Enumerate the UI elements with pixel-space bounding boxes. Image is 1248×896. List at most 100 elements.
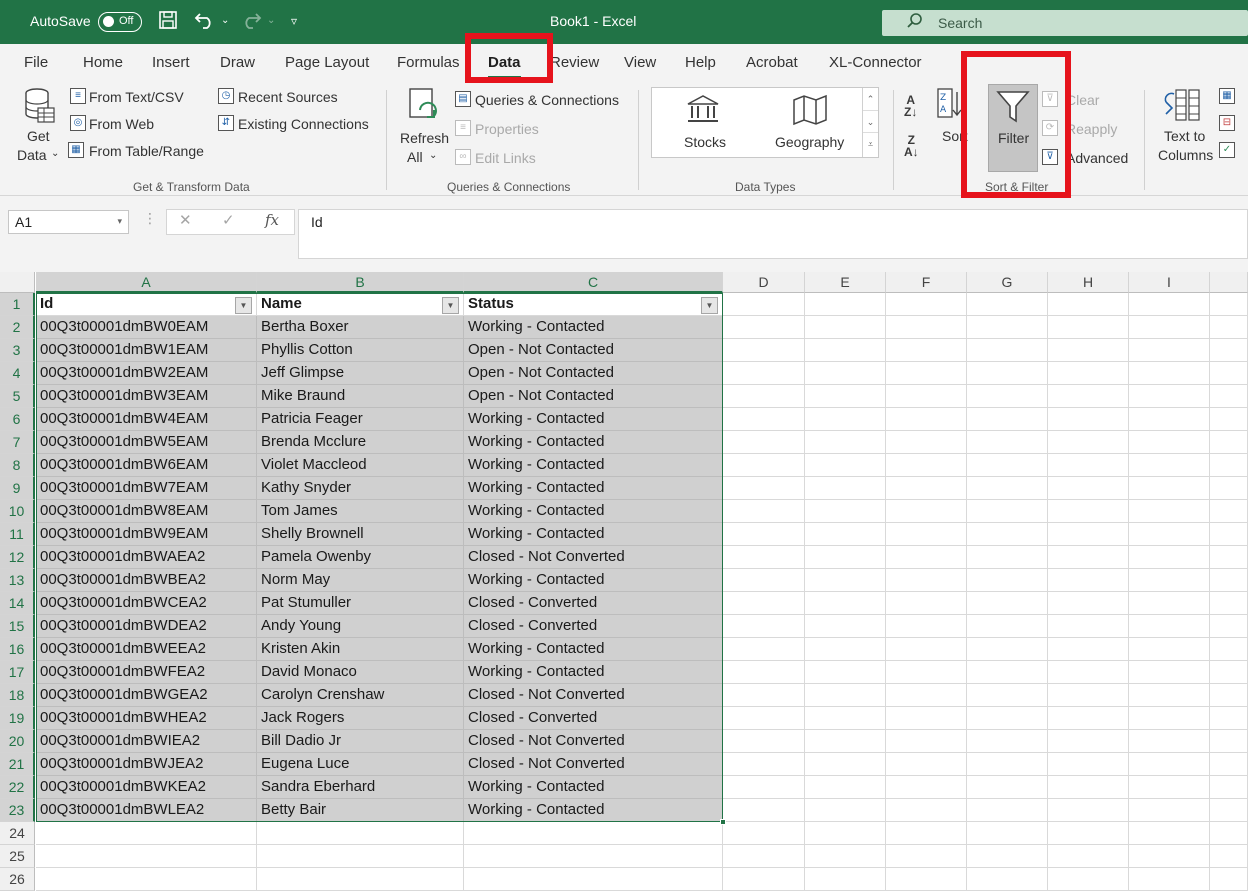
cell[interactable] [967,477,1048,500]
cell[interactable] [723,523,805,546]
cell[interactable] [805,799,886,822]
table-cell[interactable]: Sandra Eberhard [257,776,464,799]
cell[interactable] [967,316,1048,339]
cell[interactable] [805,569,886,592]
cell[interactable] [805,753,886,776]
table-cell[interactable]: 00Q3t00001dmBWIEA2 [36,730,257,753]
cell[interactable] [1048,500,1129,523]
cell[interactable] [464,845,723,868]
table-cell[interactable]: 00Q3t00001dmBWCEA2 [36,592,257,615]
cell[interactable] [805,546,886,569]
cell[interactable] [1048,684,1129,707]
table-cell[interactable]: Working - Contacted [464,431,723,454]
cell[interactable] [805,845,886,868]
row-header-10[interactable]: 10 [0,500,35,523]
cell[interactable] [1048,845,1129,868]
customize-toolbar-icon[interactable]: ▿ [291,10,297,32]
cell[interactable] [967,868,1048,891]
save-icon[interactable] [158,10,178,36]
cell[interactable] [723,661,805,684]
cell[interactable] [1048,822,1129,845]
cell[interactable] [967,845,1048,868]
remove-duplicates-icon[interactable]: ⊟ [1219,115,1235,131]
row-header-15[interactable]: 15 [0,615,35,638]
row-header-26[interactable]: 26 [0,868,35,891]
cell[interactable] [1048,523,1129,546]
cell[interactable] [1129,753,1210,776]
cell[interactable] [886,845,967,868]
cell[interactable] [1129,362,1210,385]
table-cell[interactable]: Bertha Boxer [257,316,464,339]
cell[interactable] [1129,569,1210,592]
cell[interactable] [1210,500,1248,523]
cell[interactable] [1210,707,1248,730]
cell[interactable] [967,592,1048,615]
table-cell[interactable]: Working - Contacted [464,569,723,592]
row-header-2[interactable]: 2 [0,316,35,339]
cell[interactable] [886,592,967,615]
table-cell[interactable]: 00Q3t00001dmBWLEA2 [36,799,257,822]
cell[interactable] [1210,822,1248,845]
cell[interactable] [723,684,805,707]
cell[interactable] [1129,661,1210,684]
cell[interactable] [805,730,886,753]
cell[interactable] [723,776,805,799]
cell[interactable] [805,523,886,546]
row-header-12[interactable]: 12 [0,546,35,569]
cell[interactable] [805,500,886,523]
cell[interactable] [967,339,1048,362]
tab-view[interactable]: View [624,54,656,71]
cell[interactable] [1048,615,1129,638]
cell[interactable] [1048,454,1129,477]
cell[interactable] [805,293,886,316]
select-all-corner[interactable] [0,272,35,293]
cancel-icon[interactable]: ✕ [179,211,192,235]
cell[interactable] [1210,776,1248,799]
cell[interactable] [1210,316,1248,339]
column-header[interactable] [1210,272,1248,293]
table-cell[interactable]: Bill Dadio Jr [257,730,464,753]
cell[interactable] [967,362,1048,385]
table-cell[interactable]: Carolyn Crenshaw [257,684,464,707]
cell[interactable] [723,845,805,868]
table-cell[interactable]: Eugena Luce [257,753,464,776]
table-cell[interactable]: 00Q3t00001dmBW0EAM [36,316,257,339]
table-header-cell[interactable]: Status ▼ [464,293,723,316]
cell[interactable] [805,776,886,799]
tab-review[interactable]: Review [550,54,599,71]
table-cell[interactable]: 00Q3t00001dmBWKEA2 [36,776,257,799]
table-cell[interactable]: Open - Not Contacted [464,362,723,385]
column-header-f[interactable]: F [886,272,967,293]
cell[interactable] [805,431,886,454]
cell[interactable] [967,753,1048,776]
cell[interactable] [805,661,886,684]
cell[interactable] [805,638,886,661]
cell[interactable] [1048,776,1129,799]
row-header-1[interactable]: 1 [0,293,35,316]
cell[interactable] [1210,661,1248,684]
table-cell[interactable]: Pat Stumuller [257,592,464,615]
cell[interactable] [1048,753,1129,776]
row-header-25[interactable]: 25 [0,845,35,868]
cell[interactable] [805,822,886,845]
table-cell[interactable]: David Monaco [257,661,464,684]
cell[interactable] [257,822,464,845]
table-cell[interactable]: Working - Contacted [464,408,723,431]
table-cell[interactable]: 00Q3t00001dmBW3EAM [36,385,257,408]
sort-a-to-z-icon[interactable]: A Z↓ [904,94,917,118]
cell[interactable] [1210,638,1248,661]
cell[interactable] [1129,408,1210,431]
cell[interactable] [967,707,1048,730]
cell[interactable] [1210,569,1248,592]
cell[interactable] [886,454,967,477]
cell[interactable] [967,546,1048,569]
cell[interactable] [1048,408,1129,431]
table-cell[interactable]: Kathy Snyder [257,477,464,500]
cell[interactable] [967,822,1048,845]
cell[interactable] [723,569,805,592]
tab-insert[interactable]: Insert [152,54,190,71]
cell[interactable] [723,822,805,845]
cell[interactable] [886,868,967,891]
cell[interactable] [967,569,1048,592]
column-header-d[interactable]: D [723,272,805,293]
